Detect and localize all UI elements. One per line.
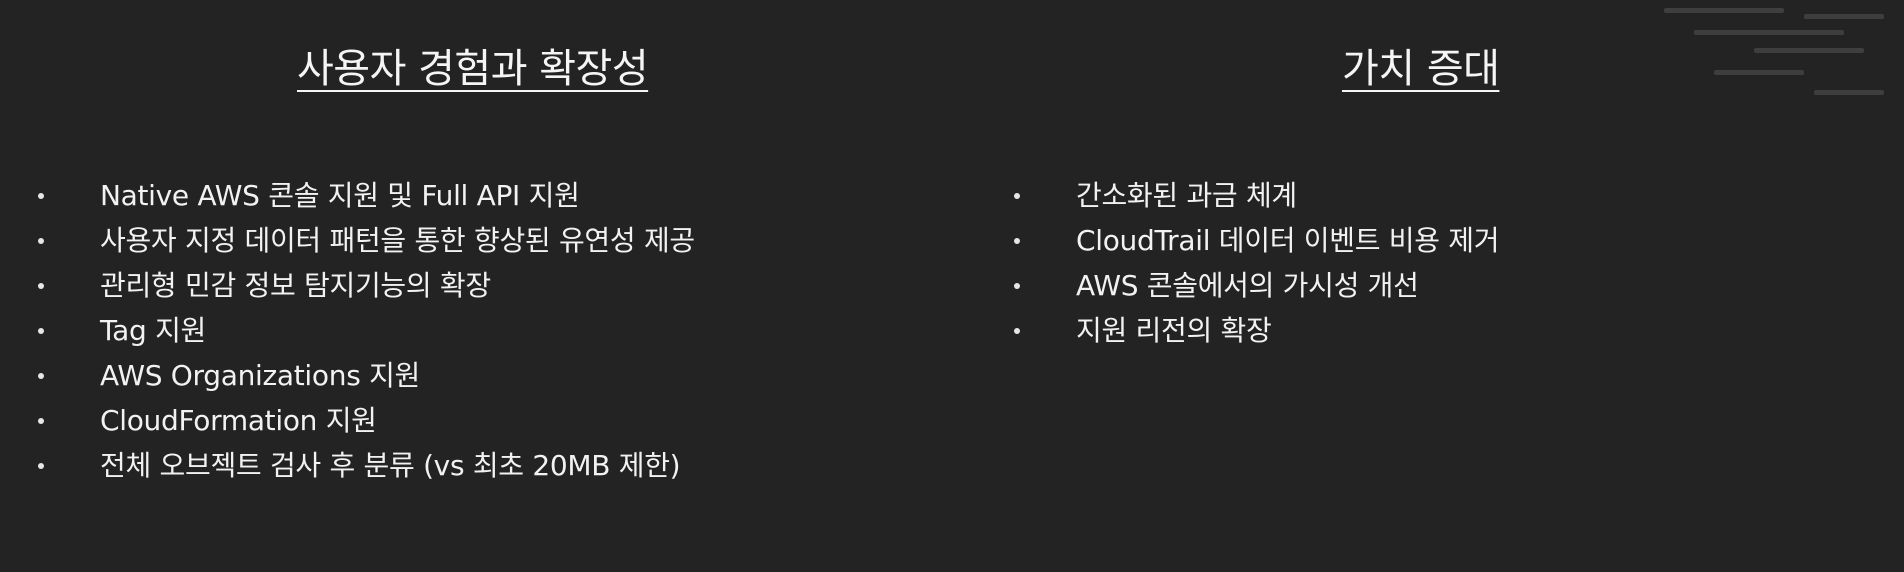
bullet-icon [1014, 283, 1020, 289]
list-item: CloudTrail 데이터 이벤트 비용 제거 [1014, 218, 1500, 263]
corner-artifact [1604, 0, 1904, 130]
list-item: 관리형 민감 정보 탐지기능의 확장 [38, 263, 695, 308]
list-item: 사용자 지정 데이터 패턴을 통한 향상된 유연성 제공 [38, 218, 695, 263]
bullet-icon [38, 418, 44, 424]
list-item-text: 전체 오브젝트 검사 후 분류 (vs 최초 20MB 제한) [100, 449, 681, 482]
list-item: 간소화된 과금 체계 [1014, 173, 1499, 218]
list-item-text: CloudTrail 데이터 이벤트 비용 제거 [1076, 224, 1500, 257]
list-item: 전체 오브젝트 검사 후 분류 (vs 최초 20MB 제한) [38, 443, 695, 488]
list-item: AWS 콘솔에서의 가시성 개선 [1014, 263, 1499, 308]
slide: 사용자 경험과 확장성 Native AWS 콘솔 지원 및 Full API … [0, 0, 1904, 572]
list-item: Tag 지원 [38, 308, 695, 353]
bullet-icon [38, 373, 44, 379]
list-item-text: 관리형 민감 정보 탐지기능의 확장 [100, 269, 491, 302]
right-bullet-list: 간소화된 과금 체계 CloudTrail 데이터 이벤트 비용 제거 AWS … [1014, 173, 1500, 353]
bullet-icon [38, 328, 44, 334]
right-column-title: 가치 증대 [1342, 46, 1500, 92]
list-item-text: CloudFormation 지원 [100, 404, 377, 437]
list-item-text: 사용자 지정 데이터 패턴을 통한 향상된 유연성 제공 [100, 224, 695, 257]
list-item: 지원 리전의 확장 [1014, 308, 1499, 353]
list-item-text: Native AWS 콘솔 지원 및 Full API 지원 [100, 179, 580, 212]
bullet-icon [1014, 193, 1020, 199]
list-item-text: AWS 콘솔에서의 가시성 개선 [1076, 269, 1419, 302]
bullet-icon [1014, 328, 1020, 334]
bullet-icon [1014, 238, 1020, 244]
left-column-title: 사용자 경험과 확장성 [297, 46, 649, 92]
bullet-icon [38, 238, 44, 244]
list-item-text: 지원 리전의 확장 [1076, 314, 1272, 347]
list-item-text: 간소화된 과금 체계 [1076, 179, 1297, 212]
bullet-icon [38, 193, 44, 199]
list-item: AWS Organizations 지원 [38, 353, 695, 398]
list-item-text: Tag 지원 [100, 314, 207, 347]
bullet-icon [38, 463, 44, 469]
left-bullet-list: Native AWS 콘솔 지원 및 Full API 지원 사용자 지정 데이… [38, 173, 695, 488]
list-item-text: AWS Organizations 지원 [100, 359, 420, 392]
list-item: CloudFormation 지원 [38, 398, 695, 443]
bullet-icon [38, 283, 44, 289]
list-item: Native AWS 콘솔 지원 및 Full API 지원 [38, 173, 695, 218]
